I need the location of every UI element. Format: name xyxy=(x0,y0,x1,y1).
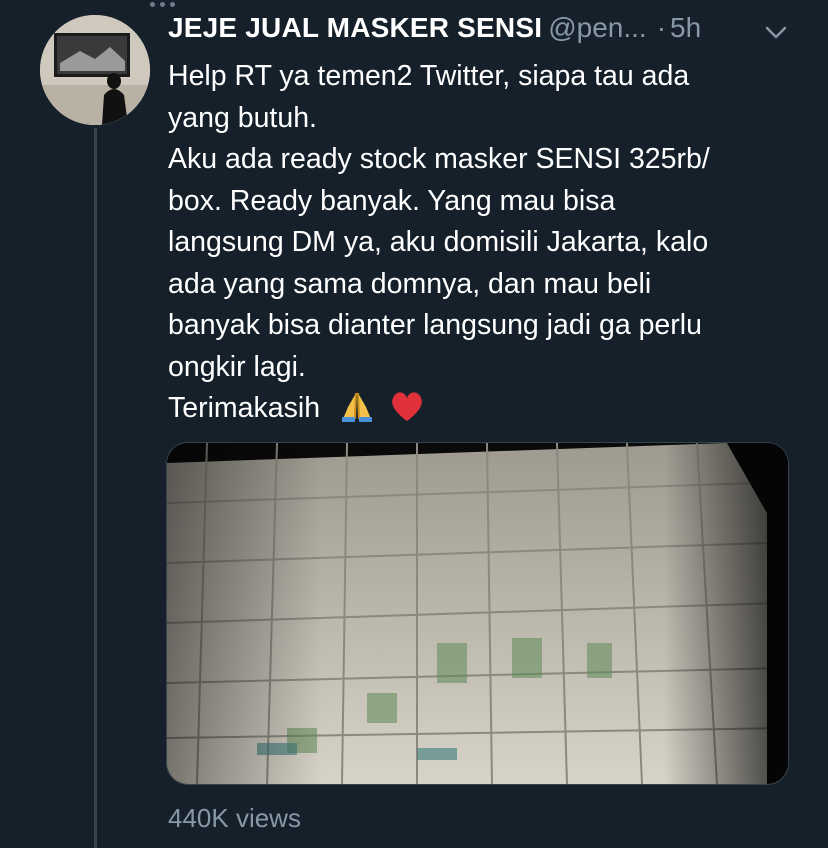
view-count: 440K views xyxy=(168,803,301,833)
tweet-line: langsung DM ya, aku domisili Jakarta, ka… xyxy=(168,226,709,258)
tweet-line: box. Ready banyak. Yang mau bisa xyxy=(168,184,616,217)
thread-line xyxy=(94,128,97,848)
tweet-header: JEJE JUAL MASKER SENSI @pen... · 5h xyxy=(168,12,808,52)
avatar-image xyxy=(40,15,150,125)
tweet-line: yang butuh. xyxy=(168,101,317,134)
folded-hands-icon xyxy=(341,392,372,422)
red-heart-icon xyxy=(392,392,422,421)
tweet-line: ada yang sama domnya, dan mau beli xyxy=(168,267,652,300)
tweet-line: ongkir lagi. xyxy=(168,350,306,383)
tweet-last-line: Terimakasih xyxy=(168,388,808,430)
user-handle[interactable]: @pen... xyxy=(548,12,646,43)
photo-image xyxy=(167,443,788,784)
tweet-text: Help RT ya temen2 Twitter, siapa tau ada… xyxy=(168,56,808,430)
separator-dot: · xyxy=(656,12,667,43)
tweet-line: Help RT ya temen2 Twitter, siapa tau ada xyxy=(168,60,690,92)
tweet-line: banyak bisa dianter langsung jadi ga per… xyxy=(168,309,702,341)
tweet-media-photo[interactable] xyxy=(166,442,789,785)
thanks-text: Terimakasih xyxy=(168,392,321,424)
chevron-down-icon[interactable] xyxy=(764,24,788,42)
tweet-time[interactable]: 5h xyxy=(670,12,701,43)
previous-tweet-fragment xyxy=(150,0,180,7)
display-name[interactable]: JEJE JUAL MASKER SENSI xyxy=(168,12,542,43)
tweet-line: Aku ada ready stock masker SENSI 325rb/ xyxy=(168,143,710,175)
avatar[interactable] xyxy=(40,15,150,125)
